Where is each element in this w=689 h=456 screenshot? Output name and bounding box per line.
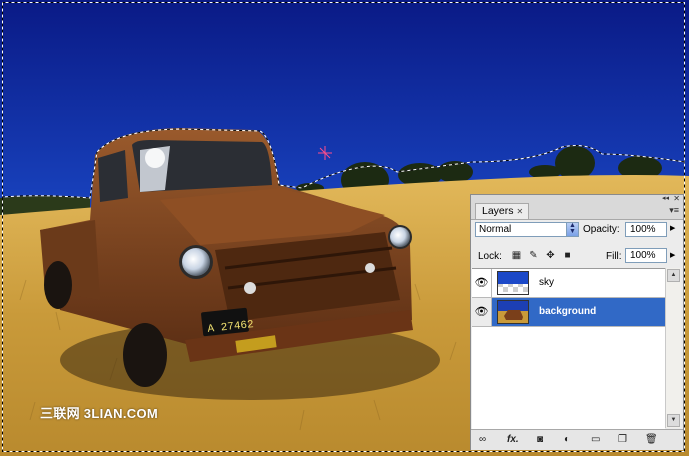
- opacity-label: Opacity:: [583, 224, 620, 235]
- layer-row-sky[interactable]: 👁 sky: [472, 269, 665, 298]
- panel-tab-row: Layers ✕ ▾≡: [471, 202, 683, 220]
- add-mask-icon[interactable]: ◙: [537, 433, 543, 447]
- delete-layer-trash-icon[interactable]: 🗑: [645, 433, 658, 447]
- layers-panel: ◂◂ ✕ Layers ✕ ▾≡ Normal ▲ ▼ Opacity: 100% …: [470, 194, 684, 450]
- new-layer-icon[interactable]: ❐: [618, 433, 627, 447]
- watermark-text: 三联网 3LIAN.COM: [40, 406, 159, 421]
- fill-label: Fill:: [606, 251, 622, 262]
- collapse-panel-icon[interactable]: ◂◂: [662, 194, 669, 202]
- scroll-down-icon[interactable]: ▼: [667, 414, 680, 427]
- layer-name: sky: [539, 277, 554, 288]
- lock-position-icon[interactable]: ✥: [545, 250, 556, 261]
- layer-thumbnail-sky: [497, 271, 529, 295]
- eye-visibility-icon[interactable]: 👁: [472, 269, 492, 297]
- panel-footer: ∞ fx. ◙ ◐ ▭ ❐ 🗑: [471, 429, 683, 450]
- layers-list: 👁 sky 👁 background: [472, 268, 665, 429]
- link-layers-icon[interactable]: ∞: [479, 433, 486, 447]
- lock-label: Lock:: [478, 251, 502, 262]
- chevron-updown-icon[interactable]: ▲ ▼: [566, 222, 578, 236]
- adjustment-layer-icon[interactable]: ◐: [564, 433, 570, 447]
- blend-mode-select[interactable]: Normal ▲ ▼: [475, 222, 579, 237]
- layer-thumbnail-background: [497, 300, 529, 324]
- layers-scrollbar[interactable]: ▲ ▼: [665, 268, 681, 428]
- eye-visibility-icon[interactable]: 👁: [472, 298, 492, 326]
- opacity-input[interactable]: 100%: [625, 222, 667, 237]
- blend-mode-value: Normal: [479, 224, 512, 235]
- lock-image-pixels-icon[interactable]: ✎: [528, 250, 539, 261]
- fill-input[interactable]: 100%: [625, 248, 667, 263]
- tab-layers[interactable]: Layers ✕: [475, 203, 529, 219]
- panel-menu-icon[interactable]: ▾≡: [669, 205, 679, 216]
- lock-all-icon[interactable]: ■: [562, 250, 573, 261]
- tab-layers-label: Layers: [482, 205, 514, 217]
- layer-row-background[interactable]: 👁 background: [472, 298, 665, 327]
- lock-transparent-pixels-icon[interactable]: ▦: [511, 250, 522, 261]
- tab-close-icon[interactable]: ✕: [517, 207, 524, 216]
- fx-icon[interactable]: fx.: [507, 433, 519, 447]
- new-group-folder-icon[interactable]: ▭: [591, 433, 600, 447]
- opacity-slider-arrow-icon[interactable]: ▶: [670, 224, 675, 232]
- layer-name: background: [539, 306, 597, 317]
- scroll-up-icon[interactable]: ▲: [667, 269, 680, 282]
- fill-slider-arrow-icon[interactable]: ▶: [670, 251, 675, 259]
